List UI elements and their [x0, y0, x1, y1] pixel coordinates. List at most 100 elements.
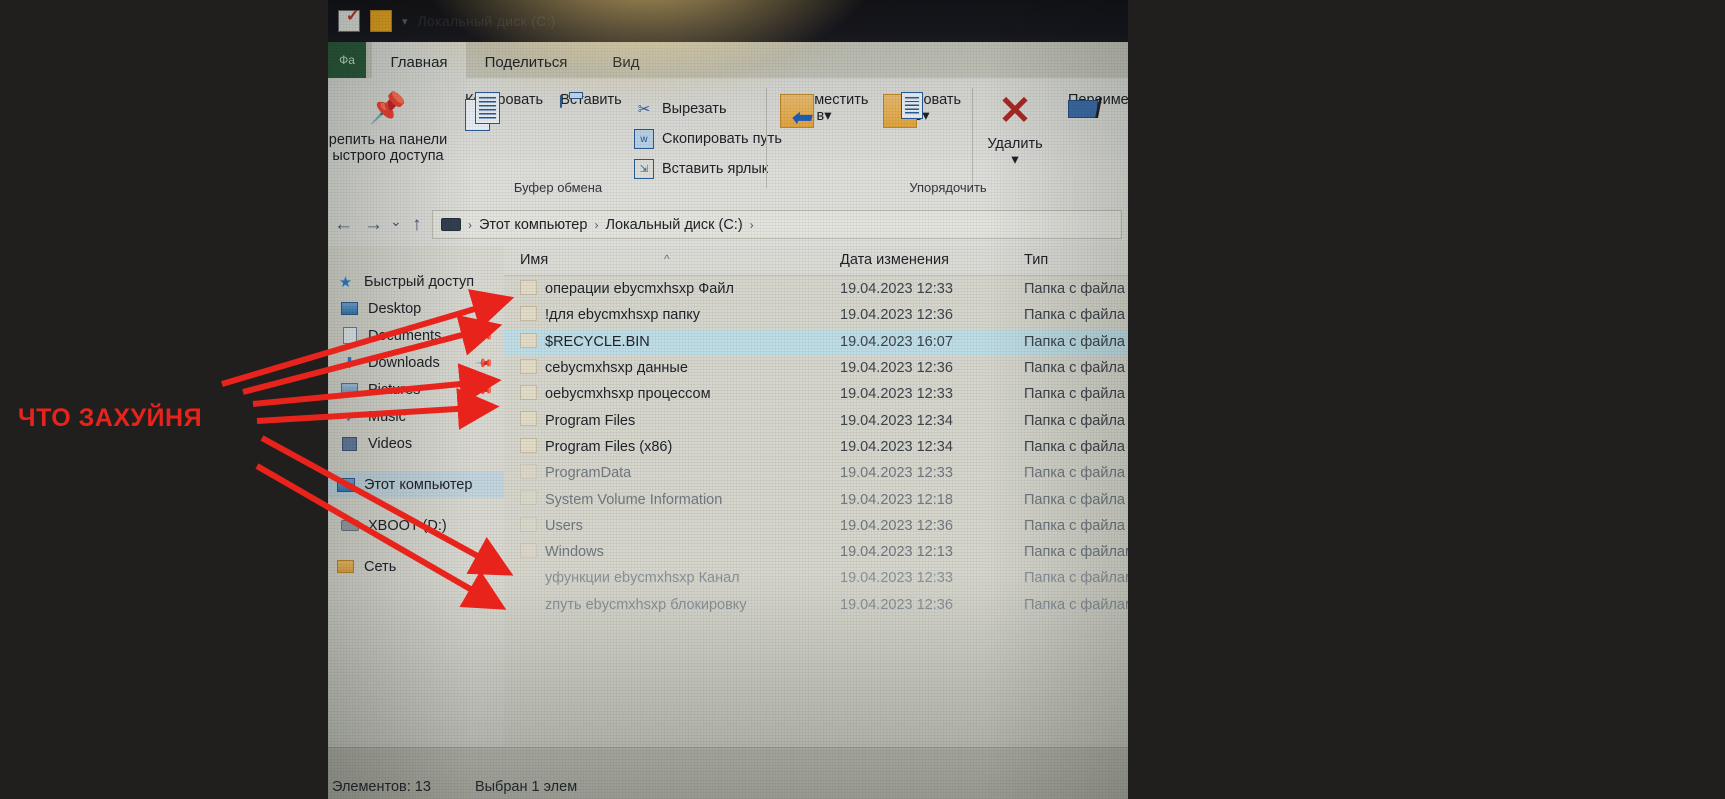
star-icon: ★ [338, 273, 353, 291]
pin-icon[interactable]: 📌 [474, 325, 494, 345]
file-type: Папка с файлам [1024, 544, 1128, 561]
file-name[interactable]: oebycmxhsxp процессом [545, 386, 711, 402]
sidebar-item-quick-access[interactable]: ★ Быстрый доступ [328, 268, 504, 295]
file-type: Папка с файла [1024, 465, 1125, 482]
copy-path-button[interactable]: w Скопировать путь [634, 129, 782, 149]
table-row-selected[interactable]: $RECYCLE.BIN 19.04.2023 16:07 Папка с фа… [504, 328, 1128, 355]
file-date: 19.04.2023 12:33 [840, 570, 953, 587]
folder-icon [520, 464, 537, 480]
tab-share[interactable]: Поделиться [468, 42, 584, 78]
file-name[interactable]: ProgramData [545, 465, 631, 481]
up-button[interactable]: ↑ [412, 214, 422, 236]
breadcrumb-local-disk[interactable]: Локальный диск (C:) [605, 217, 742, 233]
cut-button[interactable]: ✂ Вырезать [634, 99, 727, 119]
delete-x-icon: ✕ [998, 89, 1032, 133]
sidebar-item-network[interactable]: Сеть [328, 553, 504, 580]
pin-label-line2: ыстрого доступа [332, 147, 444, 164]
sidebar-item-xboot-d[interactable]: XBOOT (D:) [328, 512, 504, 539]
file-name[interactable]: $RECYCLE.BIN [545, 334, 650, 350]
file-date: 19.04.2023 12:33 [840, 465, 953, 482]
folder-icon [520, 411, 537, 427]
forward-button[interactable]: → [364, 214, 383, 236]
file-name[interactable]: cebycmxhsxp данные [545, 360, 688, 376]
pin-icon[interactable]: 📌 [474, 379, 494, 399]
recent-locations-button[interactable]: ⌄ [390, 213, 402, 230]
file-name[interactable]: zпуть ebycmxhsxp блокировку [545, 597, 747, 613]
sidebar-item-this-pc[interactable]: Этот компьютер [328, 471, 504, 498]
file-name[interactable]: Users [545, 518, 583, 534]
drive-icon [340, 517, 359, 534]
sidebar-item-pictures[interactable]: Pictures 📌 [328, 376, 504, 403]
table-row[interactable]: zпуть ebycmxhsxp блокировку 19.04.2023 1… [504, 592, 1128, 618]
rename-button[interactable]: I Переименова [1054, 92, 1128, 125]
file-type: Папка с файла [1024, 333, 1125, 350]
table-row[interactable]: ProgramData 19.04.2023 12:33 Папка с фай… [504, 460, 1128, 486]
table-row[interactable]: System Volume Information 19.04.2023 12:… [504, 486, 1128, 512]
copy-to-caret-icon[interactable]: ▾ [922, 108, 929, 124]
file-name[interactable]: Program Files [545, 413, 635, 429]
folder-icon [520, 385, 537, 401]
sidebar-label: Pictures [368, 381, 421, 398]
breadcrumb-this-pc[interactable]: Этот компьютер [479, 217, 587, 233]
delete-caret-icon[interactable]: ▾ [1011, 152, 1018, 168]
file-name[interactable]: System Volume Information [545, 492, 722, 508]
table-row[interactable]: cebycmxhsxp данные 19.04.2023 12:36 Папк… [504, 355, 1128, 381]
tab-view[interactable]: Вид [590, 42, 662, 78]
delete-button[interactable]: ✕ Удалить ▾ [976, 89, 1054, 168]
file-name[interactable]: уфункции ebycmxhsxp Канал [545, 570, 740, 586]
file-date: 19.04.2023 12:36 [840, 307, 953, 324]
navigation-pane: ★ Быстрый доступ Desktop 📌 Documents 📌 ⬇… [328, 246, 504, 747]
back-button[interactable]: ← [334, 214, 353, 236]
sidebar-label: Documents [368, 327, 442, 344]
table-row[interactable]: Windows 19.04.2023 12:13 Папка с файлам [504, 539, 1128, 565]
move-to-caret-icon[interactable]: ▾ [824, 108, 831, 124]
scissors-icon: ✂ [637, 101, 651, 118]
sort-ascending-icon: ^ [664, 252, 670, 266]
tab-home[interactable]: Главная [372, 42, 466, 78]
paste-button[interactable]: Вставить [550, 92, 632, 108]
move-to-button[interactable]: ⬅ Переместить в▾ [776, 92, 872, 130]
annotation-text: ЧТО ЗАХУЙНЯ [18, 404, 203, 432]
explorer-window: ▾ Локальный диск (C:) Фа Главная Поделит… [328, 0, 1128, 799]
column-header-date[interactable]: Дата изменения [840, 252, 949, 268]
quick-access-save-icon[interactable] [338, 7, 360, 32]
desktop-icon [340, 300, 359, 317]
item-count: Элементов: 13 [332, 779, 431, 795]
tab-file[interactable]: Фа [328, 42, 366, 78]
file-name[interactable]: !для ebycmxhsxp папку [545, 307, 700, 323]
file-name[interactable]: Program Files (x86) [545, 439, 672, 455]
quick-access-folder-icon[interactable] [370, 10, 392, 32]
table-row[interactable]: операции ebycmxhsxp Файл 19.04.2023 12:3… [504, 276, 1128, 302]
copy-button[interactable]: Копировать [456, 92, 552, 131]
quick-access-caret-icon[interactable]: ▾ [402, 15, 408, 28]
table-row[interactable]: Program Files (x86) 19.04.2023 12:34 Пап… [504, 434, 1128, 460]
sidebar-item-desktop[interactable]: Desktop 📌 [328, 295, 504, 322]
file-date: 19.04.2023 12:34 [840, 412, 953, 429]
pin-icon[interactable]: 📌 [474, 298, 494, 318]
folder-icon [520, 437, 537, 453]
file-name[interactable]: Windows [545, 544, 604, 560]
table-row[interactable]: oebycmxhsxp процессом 19.04.2023 12:33 П… [504, 381, 1128, 407]
sidebar-label: Этот компьютер [364, 476, 473, 493]
table-row[interactable]: уфункции ebycmxhsxp Канал 19.04.2023 12:… [504, 565, 1128, 591]
pin-icon[interactable]: 📌 [474, 352, 494, 372]
sidebar-item-documents[interactable]: Documents 📌 [328, 322, 504, 349]
sidebar-item-downloads[interactable]: ⬇ Downloads 📌 [328, 349, 504, 376]
table-row[interactable]: Users 19.04.2023 12:36 Папка с файла [504, 513, 1128, 539]
pin-to-quick-access-button[interactable]: 📌 репить на панели ыстрого доступа [328, 92, 458, 164]
file-name[interactable]: операции ebycmxhsxp Файл [545, 281, 734, 297]
paste-shortcut-button[interactable]: ⇲ Вставить ярлык [634, 159, 768, 179]
sidebar-item-videos[interactable]: Videos [328, 430, 504, 457]
breadcrumb[interactable]: › Этот компьютер › Локальный диск (C:) › [432, 210, 1122, 239]
sidebar-item-music[interactable]: ♪ Music [328, 403, 504, 430]
breadcrumb-separator-3[interactable]: › [750, 218, 754, 232]
file-type: Папка с файла [1024, 491, 1125, 508]
column-header-type[interactable]: Тип [1024, 252, 1048, 268]
copy-to-button[interactable]: Копировать в▾ [874, 92, 970, 128]
column-header-name[interactable]: Имя [520, 252, 548, 268]
selection-info: Выбран 1 элем [474, 779, 578, 795]
file-list[interactable]: операции ebycmxhsxp Файл 19.04.2023 12:3… [504, 276, 1128, 747]
table-row[interactable]: Program Files 19.04.2023 12:34 Папка с ф… [504, 407, 1128, 433]
table-row[interactable]: !для ebycmxhsxp папку 19.04.2023 12:36 П… [504, 302, 1128, 328]
